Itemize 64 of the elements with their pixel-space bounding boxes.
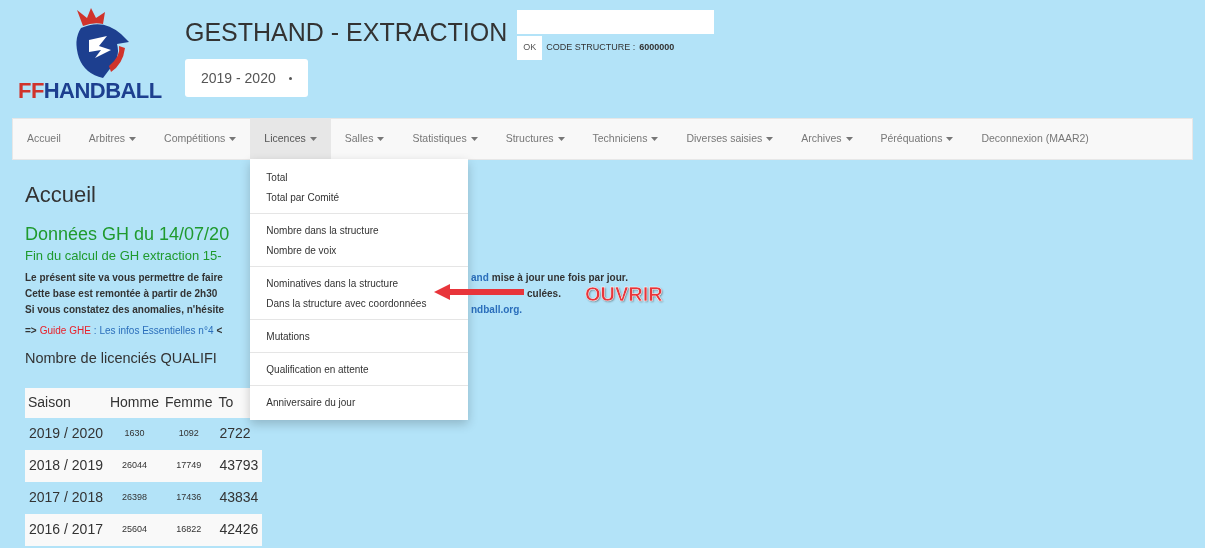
ok-button[interactable]: OK <box>517 36 543 60</box>
column-header: Femme <box>162 387 216 418</box>
table-cell: 42426 <box>215 513 263 546</box>
code-structure-value: 6000000 <box>639 41 675 54</box>
nav-item[interactable]: Archives <box>787 119 867 159</box>
nav-item[interactable]: Statistiques <box>398 119 492 159</box>
infos-link[interactable]: : Les infos Essentielles n°4 <box>93 323 214 338</box>
table-cell: 43834 <box>215 481 263 514</box>
dropdown-item[interactable]: Qualification en attente <box>250 359 469 379</box>
nav-item[interactable]: Licences <box>250 119 331 159</box>
dropdown-item[interactable]: Total <box>250 167 469 187</box>
table-cell: 43793 <box>215 449 263 482</box>
table-cell: 26398 <box>106 481 162 514</box>
intro-text: Si vous constatez des anomalies, n'hésite <box>25 302 226 317</box>
link[interactable]: ndball.org. <box>471 301 523 317</box>
dropdown-item[interactable]: Dans la structure avec coordonnées <box>250 293 469 313</box>
table-cell: 1092 <box>162 417 216 450</box>
table-cell: 1630 <box>106 417 162 450</box>
logo-text: HANDBALL <box>43 80 162 102</box>
nav-item[interactable]: Arbitres <box>74 119 151 159</box>
nav-item[interactable]: Salles <box>330 119 399 159</box>
code-input-field[interactable] <box>517 10 715 34</box>
dropdown-item[interactable]: Total par Comité <box>250 187 469 207</box>
intro-text: culées. <box>527 286 561 301</box>
intro-text: Le présent site va vous permettre de faire <box>25 270 224 285</box>
nav-item[interactable]: Techniciens <box>578 119 673 159</box>
data-subtitle: Fin du calcul de GH extraction 15- <box>25 246 222 265</box>
page-title: GESTHAND - EXTRACTION <box>185 20 508 45</box>
dropdown-item[interactable]: Mutations <box>250 326 469 346</box>
nav-item[interactable]: Structures <box>491 119 579 159</box>
intro-text: mise à jour une fois par jour. <box>491 270 628 285</box>
guide-link[interactable]: Guide GHE <box>39 323 91 338</box>
dropdown-item[interactable]: Nombre dans la structure <box>250 220 469 240</box>
table-cell: 2019 / 2020 <box>25 417 107 450</box>
column-header: Homme <box>106 387 162 418</box>
table-cell: 2018 / 2019 <box>25 449 107 482</box>
nav-item[interactable]: Diverses saisies <box>672 119 788 159</box>
arrow-text: < <box>216 324 223 338</box>
table-cell: 2017 / 2018 <box>25 481 107 514</box>
code-structure-label: CODE STRUCTURE : <box>546 41 636 54</box>
season-select[interactable]: 2019 - 2020 <box>185 59 308 97</box>
dropdown-item[interactable]: Nominatives dans la structure <box>250 273 469 293</box>
table-cell: 16822 <box>162 513 216 546</box>
table-cell: 26044 <box>106 449 162 482</box>
table-cell: 17749 <box>162 449 216 482</box>
arrow-text: => <box>25 324 37 338</box>
link[interactable]: and <box>471 269 489 285</box>
dropdown-item[interactable]: Nombre de voix <box>250 240 469 260</box>
nav-item[interactable]: Péréquations <box>866 119 968 159</box>
table-cell: 25604 <box>106 513 162 546</box>
nav-item[interactable]: Deconnexion (MAAR2) <box>967 119 1103 159</box>
intro-text: Cette base est remontée à partir de 2h30 <box>25 286 219 301</box>
table-cell: 2722 <box>215 417 263 450</box>
table-cell: 17436 <box>162 481 216 514</box>
arrow-icon <box>434 284 524 300</box>
column-header: Saison <box>25 387 107 418</box>
page-heading: Accueil <box>25 181 96 209</box>
nav-item[interactable]: Compétitions <box>150 119 251 159</box>
section-heading: Nombre de licenciés QUALIFI <box>25 349 217 368</box>
logo-text: FF <box>18 80 44 102</box>
data-title: Données GH du 14/07/20 <box>25 223 230 246</box>
nav-item[interactable]: Accueil <box>13 119 75 159</box>
table-cell: 2016 / 2017 <box>25 513 107 546</box>
annotation-label: OUVRIR <box>585 284 663 304</box>
